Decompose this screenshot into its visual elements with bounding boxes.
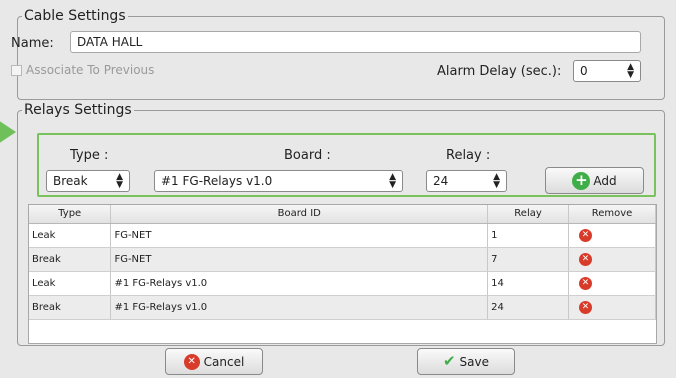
- spinner-arrows-icon: ▲ ▼: [389, 172, 396, 190]
- name-label: Name:: [11, 36, 54, 51]
- cell-relay: 14: [487, 271, 570, 296]
- table-row[interactable]: Break FG-NET 7 ✕: [29, 247, 656, 272]
- alarm-delay-value: 0: [580, 64, 588, 78]
- plus-circle-icon: +: [572, 171, 591, 190]
- x-circle-icon[interactable]: ✕: [579, 252, 593, 266]
- relays-settings-legend: Relays Settings: [24, 102, 132, 118]
- relays-table: Type Board ID Relay Remove Leak FG-NET 1…: [28, 204, 657, 344]
- header-remove[interactable]: Remove: [568, 205, 656, 224]
- cancel-button-label: Cancel: [203, 354, 245, 369]
- add-button-label: Add: [593, 173, 617, 188]
- cell-remove: ✕: [568, 223, 656, 248]
- relays-settings-group: Relays Settings Type : Board : Relay : B…: [17, 102, 665, 346]
- relay-label: Relay :: [446, 148, 491, 163]
- header-relay[interactable]: Relay: [487, 205, 570, 224]
- name-input[interactable]: DATA HALL: [70, 31, 641, 53]
- alarm-delay-select[interactable]: 0 ▲ ▼: [573, 60, 641, 82]
- x-circle-icon[interactable]: ✕: [579, 228, 593, 242]
- board-select-value: #1 FG-Relays v1.0: [161, 174, 273, 188]
- table-row[interactable]: Leak #1 FG-Relays v1.0 14 ✕: [29, 271, 656, 296]
- spinner-arrows-icon: ▲ ▼: [493, 172, 500, 190]
- checkmark-icon: ✔: [442, 352, 456, 370]
- table-row[interactable]: Leak FG-NET 1 ✕: [29, 223, 656, 248]
- cell-board-id: #1 FG-Relays v1.0: [110, 271, 489, 296]
- x-circle-icon[interactable]: ✕: [579, 300, 593, 314]
- cell-type: Leak: [29, 271, 112, 296]
- x-circle-icon: ✕: [183, 353, 200, 370]
- relay-select[interactable]: 24 ▲ ▼: [426, 170, 507, 192]
- save-button-label: Save: [459, 354, 490, 369]
- cable-settings-group: Cable Settings: [17, 8, 665, 100]
- header-type[interactable]: Type: [29, 205, 112, 224]
- pointer-arrow-icon: [0, 112, 16, 152]
- cell-relay: 1: [487, 223, 570, 248]
- cell-remove: ✕: [568, 295, 656, 320]
- save-button[interactable]: ✔ Save: [417, 348, 515, 375]
- type-select-value: Break: [53, 174, 88, 188]
- type-label: Type :: [70, 148, 109, 163]
- cell-remove: ✕: [568, 271, 656, 296]
- cancel-button[interactable]: ✕ Cancel: [165, 348, 263, 375]
- board-select[interactable]: #1 FG-Relays v1.0 ▲ ▼: [154, 170, 403, 192]
- spinner-arrows-icon: ▲ ▼: [116, 172, 123, 190]
- cell-board-id: #1 FG-Relays v1.0: [110, 295, 489, 320]
- cell-board-id: FG-NET: [110, 247, 489, 272]
- cell-type: Break: [29, 247, 112, 272]
- add-button[interactable]: + Add: [545, 167, 644, 194]
- cell-relay: 24: [487, 295, 570, 320]
- cell-board-id: FG-NET: [110, 223, 489, 248]
- spinner-arrows-icon: ▲ ▼: [627, 62, 634, 80]
- type-select[interactable]: Break ▲ ▼: [46, 170, 130, 192]
- table-row[interactable]: Break #1 FG-Relays v1.0 24 ✕: [29, 295, 656, 320]
- associate-label: Associate To Previous: [26, 63, 155, 77]
- cell-remove: ✕: [568, 247, 656, 272]
- cell-relay: 7: [487, 247, 570, 272]
- alarm-delay-label: Alarm Delay (sec.):: [437, 64, 562, 79]
- cell-type: Break: [29, 295, 112, 320]
- cell-type: Leak: [29, 223, 112, 248]
- checkbox-box[interactable]: [11, 64, 22, 76]
- associate-to-previous-checkbox[interactable]: Associate To Previous: [11, 63, 154, 77]
- header-board-id[interactable]: Board ID: [110, 205, 489, 224]
- cable-settings-legend: Cable Settings: [24, 8, 126, 24]
- relay-select-value: 24: [433, 174, 449, 188]
- x-circle-icon[interactable]: ✕: [579, 276, 593, 290]
- board-label: Board :: [284, 148, 331, 163]
